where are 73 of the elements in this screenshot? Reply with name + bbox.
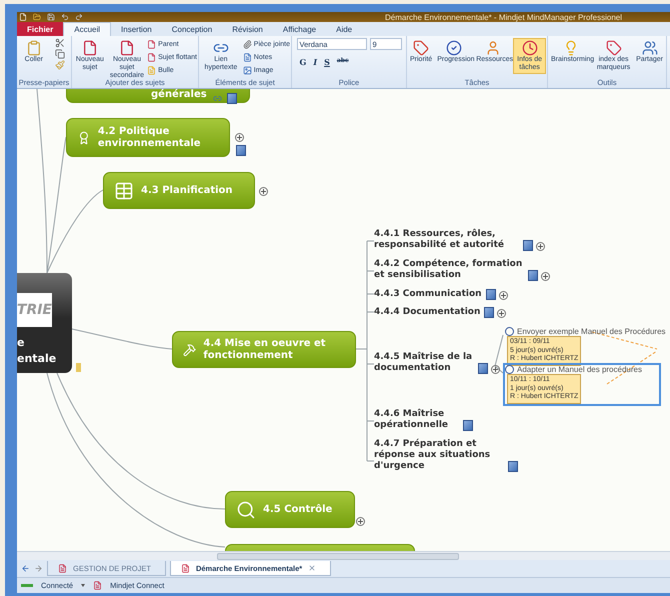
undo-icon	[61, 13, 69, 21]
note-icon[interactable]	[523, 240, 533, 251]
expand-icon[interactable]	[356, 517, 365, 526]
expand-icon[interactable]	[259, 187, 268, 196]
expand-icon[interactable]	[235, 133, 244, 142]
image-icon	[242, 66, 252, 74]
search-icon	[236, 500, 256, 520]
ribbon-tab[interactable]: Accueil	[63, 22, 112, 36]
connection-icon	[21, 584, 33, 587]
format-button[interactable]: G	[296, 57, 310, 67]
ribbon-tab[interactable]: Affichage	[272, 22, 326, 36]
notes-icon	[242, 52, 252, 62]
new-icon	[19, 13, 27, 21]
subtopic-text[interactable]: 4.4.5 Maîtrise de la documentation	[374, 352, 474, 374]
callout-icon	[147, 66, 156, 74]
note-icon[interactable]	[478, 363, 488, 374]
subtopic-text[interactable]: 4.4.1 Ressources, rôles, responsabilité et autorité	[374, 229, 519, 251]
subtopic-text[interactable]: 4.4.6 Maîtrise opérationnelle	[374, 409, 459, 431]
caret-icon[interactable]	[81, 584, 86, 587]
table-icon	[114, 180, 134, 200]
expand-icon[interactable]	[541, 272, 550, 281]
person-icon	[485, 40, 502, 56]
expand-icon[interactable]	[491, 365, 500, 374]
connect-icon	[93, 581, 102, 590]
central-topic-text: e entale	[17, 335, 58, 367]
forward-icon[interactable]	[34, 564, 43, 573]
format-button[interactable]: S	[321, 57, 333, 67]
topic-icon	[82, 40, 98, 56]
clipboard-icon	[26, 40, 42, 56]
progress-icon	[446, 40, 462, 56]
redo-icon	[75, 13, 83, 21]
clock-icon	[522, 40, 538, 56]
window-title: Démarche Environnementale* - Mindjet MindManager Professionel	[384, 12, 622, 22]
share-icon	[642, 40, 658, 56]
task-title: Envoyer exemple Manuel des Procédures	[517, 327, 666, 336]
subtopic-text[interactable]: 4.4.7 Préparation et réponse aux situations d'urgence	[374, 439, 504, 472]
open-icon	[33, 13, 41, 21]
file-menu-tab[interactable]: Fichier	[17, 22, 64, 36]
format-button[interactable]: I	[310, 57, 320, 67]
logo-image: TRIE	[17, 293, 52, 327]
note-icon[interactable]	[463, 420, 473, 431]
format-painter-icon	[55, 60, 66, 70]
save-icon	[47, 13, 55, 21]
map-file-icon	[180, 564, 190, 572]
close-icon[interactable]	[308, 564, 316, 572]
central-topic-node[interactable]: TRIE e entale	[17, 273, 72, 373]
tags-icon	[606, 40, 622, 56]
note-icon[interactable]	[508, 461, 518, 472]
parent-icon	[147, 40, 156, 48]
ribbon-tab[interactable]: Insertion	[111, 22, 162, 36]
subtopic-text[interactable]: 4.4.4 Documentation	[374, 307, 480, 318]
copy-icon	[55, 49, 66, 59]
priority-icon	[413, 40, 430, 56]
back-icon[interactable]	[21, 564, 30, 573]
note-icon[interactable]	[484, 307, 494, 318]
subtopic-text[interactable]: 4.4.3 Communication	[374, 289, 482, 300]
ribbon-tab[interactable]: Révision	[222, 22, 273, 36]
note-icon[interactable]	[227, 93, 237, 104]
subtopic-text[interactable]: 4.4.2 Compétence, formation et sensibilisation	[374, 259, 524, 281]
map-file-icon	[58, 564, 67, 572]
task-title: Adapter un Manuel des procédures	[517, 365, 642, 374]
ribbon-tab[interactable]: Conception	[162, 22, 222, 36]
subtopic-icon	[118, 40, 135, 56]
note-icon[interactable]	[486, 289, 496, 300]
paperclip-icon	[242, 40, 252, 48]
note-icon[interactable]	[236, 145, 246, 156]
ribbon-tab[interactable]: Aide	[326, 22, 362, 36]
cut-icon	[55, 38, 66, 48]
expand-icon[interactable]	[536, 242, 545, 251]
scrollbar-thumb[interactable]	[217, 552, 459, 560]
floating-topic-icon	[147, 52, 156, 62]
link-icon	[213, 94, 222, 103]
note-icon[interactable]	[528, 270, 538, 281]
